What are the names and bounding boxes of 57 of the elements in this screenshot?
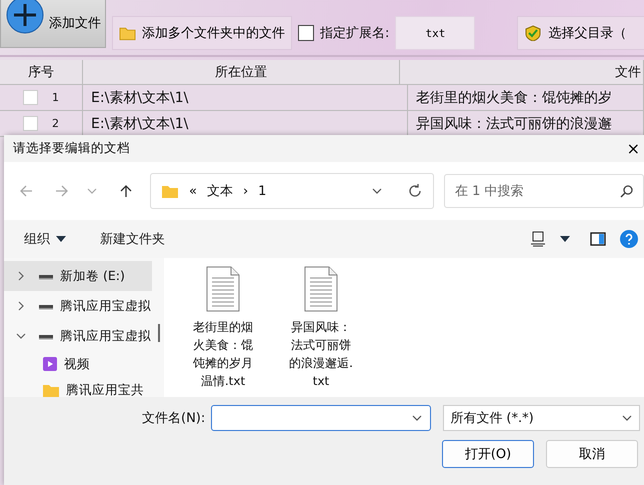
file-name-cell: 异国风味：法式可丽饼的浪漫邂	[416, 114, 612, 132]
close-button[interactable]: ×	[622, 139, 644, 158]
row-checkbox[interactable]	[23, 90, 38, 105]
extension-field[interactable]: txt	[395, 16, 476, 50]
add-folders-button[interactable]: 添加多个文件夹中的文件	[112, 16, 292, 50]
text-file-icon	[205, 266, 241, 312]
up-icon[interactable]	[118, 183, 134, 199]
file-item[interactable]: 异国风味：法式可丽饼的浪漫邂逅.txt	[278, 266, 364, 390]
view-icon[interactable]	[530, 231, 546, 247]
extension-label: 指定扩展名:	[320, 25, 390, 42]
file-type-dropdown[interactable]: 所有文件 (*.*)	[443, 405, 640, 431]
breadcrumb[interactable]: 文本	[206, 182, 233, 200]
file-name-label: 文件名(N):	[142, 410, 206, 427]
chevron-down-icon[interactable]	[16, 331, 26, 341]
dialog-title: 请选择要编辑的文档	[13, 140, 130, 157]
column-header: 文件	[400, 60, 644, 84]
row-number: 2	[52, 117, 59, 130]
caret-icon[interactable]	[560, 236, 570, 242]
choose-parent-button[interactable]: 选择父目录（	[517, 16, 644, 50]
row-number: 1	[52, 91, 59, 104]
open-button[interactable]: 打开(O)	[442, 440, 534, 468]
checkbox[interactable]	[298, 25, 314, 41]
navigation-item[interactable]: 视频	[4, 351, 152, 377]
search-field[interactable]: 在 1 中搜索	[444, 174, 644, 208]
cancel-button[interactable]: 取消	[546, 440, 638, 468]
location-cell: E:\素材\文本\1\	[91, 88, 188, 106]
search-icon	[620, 184, 634, 198]
navigation-item[interactable]: 腾讯应用宝虚拟	[4, 291, 152, 321]
video-icon	[42, 356, 58, 372]
new-folder-button[interactable]: 新建文件夹	[96, 230, 169, 248]
preview-pane-icon[interactable]	[590, 232, 606, 246]
chevron-right-icon[interactable]	[16, 301, 26, 311]
address-bar[interactable]: « 文本 › 1	[150, 173, 434, 209]
file-item[interactable]: 老街里的烟火美食：馄饨摊的岁月温情.txt	[180, 266, 266, 390]
breadcrumb-separator: ›	[242, 184, 248, 198]
navigation-item[interactable]: 腾讯应用宝共	[4, 377, 152, 397]
column-header: 所在位置	[83, 60, 400, 84]
folder-icon	[161, 184, 179, 198]
text-file-icon	[303, 266, 339, 312]
plus-icon	[5, 0, 45, 35]
row-checkbox[interactable]	[23, 116, 38, 131]
file-name-cell: 老街里的烟火美食：馄饨摊的岁	[416, 88, 612, 106]
overflow-chevron[interactable]: «	[189, 184, 197, 198]
location-cell: E:\素材\文本\1\	[91, 114, 188, 132]
organize-button[interactable]: 组织	[20, 230, 70, 248]
file-name-field[interactable]	[211, 405, 432, 431]
column-header: 序号	[0, 60, 83, 84]
help-icon[interactable]	[620, 230, 638, 248]
chevron-right-icon[interactable]	[16, 271, 26, 281]
shield-icon	[524, 25, 542, 41]
refresh-icon[interactable]	[407, 183, 423, 199]
breadcrumb[interactable]: 1	[258, 184, 266, 198]
navigation-item[interactable]: 腾讯应用宝虚拟	[4, 321, 152, 351]
add-file-button[interactable]: 添加文件	[0, 0, 106, 48]
caret-icon	[56, 236, 66, 242]
folder-icon	[119, 25, 136, 41]
navigation-item[interactable]: 新加卷 (E:)	[4, 261, 152, 291]
